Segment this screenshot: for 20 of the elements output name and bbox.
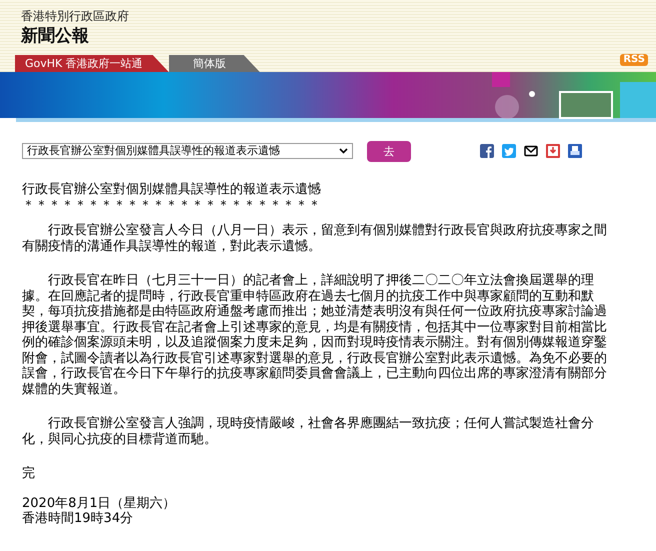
- nav-tab[interactable]: GovHK 香港政府一站通: [15, 55, 169, 72]
- chevron-icon: [339, 148, 348, 154]
- download-icon[interactable]: [546, 144, 560, 158]
- title-separator: ＊＊＊＊＊＊＊＊＊＊＊＊＊＊＊＊＊＊＊＊＊＊＊: [22, 198, 322, 213]
- nav-tab[interactable]: 簡体版: [168, 55, 260, 72]
- end-mark: 完: [22, 466, 36, 482]
- site-title: 新聞公報: [21, 25, 90, 47]
- government-name: 香港特別行政區政府: [21, 9, 130, 23]
- article-paragraph: 行政長官在昨日（七月三十一日）的記者會上，詳細說明了押後二〇二〇年立法會換屆選舉的理據。在回應記者的提問時，行政長官重申特區政府在過去七個月的抗疫工作中與專家顧問的互動和默契，每項抗疫措施都是由特區政府通盤考慮而推出；她並清楚表明沒有與任何一位政府抗疫專家討論過押後選舉事宜。行政長官在記者會上引述專家的意見，均是有關疫情，包括其中一位專家對目前相當比例的確診個案源頭未明，以及追蹤個案力度未足夠，因而對現時疫情表示關注。對有個別傳媒報道穿鑿附會，試圖令讀者以為行政長官引述專家對選舉的意見，行政長官辦公室對此表示遺憾。為免不必要的誤會，行政長官在今日下午舉行的抗疫專家顧問委員會會議上，已主動向四位出席的專家澄清有關部分媒體的失實報道。: [22, 273, 608, 397]
- release-time: 香港時間19時34分: [22, 511, 134, 526]
- print-icon[interactable]: [568, 144, 582, 158]
- article-paragraph: 行政長官辦公室發言人強調，現時疫情嚴峻，社會各界應團結一致抗疫；任何人嘗試製造社會分化，與同心抗疫的目標背道而馳。: [22, 416, 595, 447]
- go-button[interactable]: 去: [367, 140, 411, 162]
- mail-icon[interactable]: [524, 144, 538, 158]
- article-paragraph: 行政長官辦公室發言人今日（八月一日）表示，留意到有個別媒體對行政長官與政府抗疫專家之間有關疫情的溝通作具誤導性的報道，對此表示遺憾。: [22, 223, 608, 254]
- article-select[interactable]: 行政長官辦公室對個別媒體具誤導性的報道表示遺憾: [22, 143, 353, 159]
- release-date: 2020年8月1日（星期六）: [22, 496, 177, 511]
- article-title: 行政長官辦公室對個別媒體具誤導性的報道表示遺憾: [22, 182, 322, 198]
- twitter-icon[interactable]: [502, 144, 516, 158]
- facebook-icon[interactable]: [480, 144, 494, 158]
